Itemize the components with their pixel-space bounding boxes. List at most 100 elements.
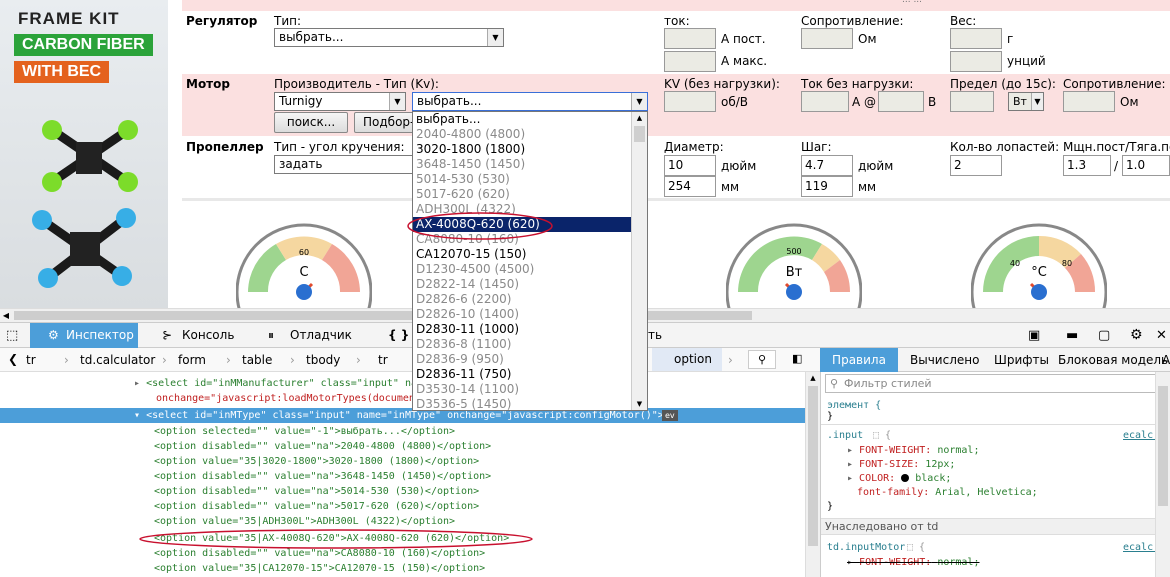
- split-console-icon[interactable]: ▣: [1028, 323, 1040, 348]
- html-tree-scrollbar[interactable]: ▲: [805, 372, 820, 577]
- tab-computed[interactable]: Вычислено: [910, 353, 979, 367]
- tab-partial[interactable]: ть: [648, 323, 668, 348]
- breadcrumb-item[interactable]: td.calculator: [80, 353, 155, 367]
- scroll-up-icon[interactable]: ▲: [806, 372, 820, 384]
- rule-selector-motor[interactable]: td.inputMotor: [827, 540, 905, 555]
- dropdown-scrollbar[interactable]: ▲ ▼: [631, 112, 647, 410]
- breadcrumb-item[interactable]: form: [178, 353, 206, 367]
- search-button[interactable]: поиск...: [274, 112, 348, 133]
- breadcrumb-item[interactable]: tbody: [306, 353, 340, 367]
- current-cont-input[interactable]: [664, 28, 716, 49]
- motor-resistance-input[interactable]: [1063, 91, 1115, 112]
- dropdown-option: 2040-4800 (4800): [416, 127, 526, 141]
- selected-node-row[interactable]: ▾ <select id="inMType" class="input" nam…: [0, 408, 805, 423]
- limit-unit-select[interactable]: Вт ▼: [1008, 92, 1044, 111]
- code-line[interactable]: <option disabled="" value="na">5017-620 …: [154, 499, 479, 514]
- code-line[interactable]: onchange="javascript:loadMotorTypes(docu…: [156, 391, 433, 406]
- scroll-down-icon[interactable]: ▼: [632, 398, 647, 410]
- gear-icon[interactable]: ⚙: [1130, 323, 1143, 348]
- tab-console[interactable]: ⊱ Консоль: [162, 323, 257, 348]
- rule-selector-input[interactable]: .input: [827, 428, 863, 443]
- tab-box-model[interactable]: Блоковая модель: [1058, 353, 1168, 367]
- diameter-mm-input[interactable]: 254: [664, 176, 716, 197]
- power-thrust-label: Мщн.пост/Тяга.пост: [1063, 140, 1170, 154]
- collapse-arrow-icon[interactable]: ▾: [134, 410, 140, 421]
- power-const-input[interactable]: 1.3: [1063, 155, 1111, 176]
- dropdown-option: D2836-8 (1100): [416, 337, 512, 351]
- filter-styles-input[interactable]: ⚲ Фильтр стилей: [825, 374, 1159, 393]
- event-badge[interactable]: ev: [662, 410, 678, 421]
- code-line[interactable]: <option disabled="" value="na">2040-4800…: [154, 439, 491, 454]
- diameter-in-input[interactable]: 10: [664, 155, 716, 176]
- dropdown-scrollbar-thumb[interactable]: [634, 126, 645, 142]
- css-property[interactable]: ▸ COLOR: black;: [847, 471, 951, 486]
- weight-label: Вес:: [950, 14, 977, 28]
- css-property[interactable]: ▸ FONT-WEIGHT: normal;: [847, 443, 979, 458]
- manufacturer-select[interactable]: Turnigy ▼: [274, 92, 406, 111]
- search-icon[interactable]: ⚲: [748, 350, 776, 369]
- weight-oz-input[interactable]: [950, 51, 1002, 72]
- code-line[interactable]: <option disabled="" value="na">3648-1450…: [154, 469, 491, 484]
- current-max-input[interactable]: [664, 51, 716, 72]
- prop-type-select[interactable]: задать: [274, 155, 414, 174]
- regulator-resistance-label: Сопротивление:: [801, 14, 904, 28]
- scroll-up-icon[interactable]: ▲: [632, 112, 647, 124]
- code-line[interactable]: <option value="35|ADH300L">ADH300L (4322…: [154, 514, 455, 529]
- chevron-left-icon[interactable]: ❮: [8, 352, 18, 366]
- scrollbar-thumb[interactable]: [1158, 386, 1168, 506]
- expand-arrow-icon[interactable]: ▸: [134, 378, 140, 389]
- motor-type-select[interactable]: выбрать... ▼: [412, 92, 648, 111]
- css-property[interactable]: ▸ FONT-SIZE: 12px;: [847, 457, 955, 472]
- noload-current-input[interactable]: [801, 91, 849, 112]
- code-line[interactable]: <option disabled="" value="na">5014-530 …: [154, 484, 479, 499]
- kv-input[interactable]: [664, 91, 716, 112]
- tab-fonts[interactable]: Шрифты: [994, 353, 1049, 367]
- pitch-mm-input[interactable]: 119: [801, 176, 853, 197]
- code-line[interactable]: ▸ <select id="inMManufacturer" class="in…: [134, 376, 417, 391]
- breadcrumb-item[interactable]: tr: [26, 353, 36, 367]
- code-line[interactable]: <option value="35|3020-1800">3020-1800 (…: [154, 454, 479, 469]
- scroll-left-icon[interactable]: ◀: [0, 309, 12, 322]
- chevron-right-icon: ›: [226, 353, 231, 367]
- breadcrumb-item[interactable]: tr: [378, 353, 388, 367]
- weight-g-input[interactable]: [950, 28, 1002, 49]
- rules-panel: ⚲ Фильтр стилей элемент { } .input ⬚ { e…: [820, 372, 1170, 577]
- tab-rules[interactable]: Правила: [820, 348, 898, 372]
- dropdown-option[interactable]: D2830-11 (1000): [413, 322, 631, 337]
- breadcrumb-item-active[interactable]: option: [652, 348, 722, 371]
- blades-input[interactable]: 2: [950, 155, 1002, 176]
- noload-voltage-input[interactable]: [878, 91, 924, 112]
- breadcrumb: ❮ tr › td.calculator › form › table › tb…: [0, 348, 820, 372]
- css-property[interactable]: font-family: Arial, Helvetica;: [857, 485, 1038, 500]
- chevron-right-icon[interactable]: ›: [728, 353, 733, 367]
- dropdown-option[interactable]: 3020-1800 (1800): [413, 142, 631, 157]
- regulator-resistance-input[interactable]: [801, 28, 853, 49]
- regulator-type-select[interactable]: выбрать... ▼: [274, 28, 504, 47]
- code-line[interactable]: <option selected="" value="-1">выбрать..…: [154, 424, 455, 439]
- window-icon[interactable]: ▢: [1098, 323, 1110, 348]
- css-property-overridden[interactable]: ▸ FONT-WEIGHT: normal;: [847, 555, 979, 570]
- tab-more[interactable]: А: [1162, 353, 1170, 367]
- rules-scrollbar[interactable]: [1155, 372, 1170, 577]
- close-icon[interactable]: ✕: [1156, 323, 1167, 348]
- motor-type-dropdown-list[interactable]: выбрать... 2040-4800 (4800) 3020-1800 (180…: [412, 111, 648, 411]
- dropdown-option[interactable]: выбрать...: [413, 112, 631, 127]
- ad-banner[interactable]: FRAME KIT CARBON FIBER WITH BEC: [0, 0, 168, 308]
- pick-element-icon[interactable]: ⬚: [6, 323, 18, 348]
- tab-inspector[interactable]: ⚙ Инспектор: [30, 323, 138, 348]
- code-line[interactable]: <option value="35|CA12070-15">CA12070-15…: [154, 561, 485, 576]
- color-swatch-icon[interactable]: [901, 474, 910, 482]
- dropdown-option[interactable]: D2836-11 (750): [413, 367, 631, 382]
- gauge-tick-label: 500: [786, 247, 801, 256]
- scrollbar-thumb[interactable]: [808, 386, 818, 546]
- dropdown-option[interactable]: CA12070-15 (150): [413, 247, 631, 262]
- dock-icon[interactable]: ▬: [1066, 323, 1078, 348]
- pitch-in-input[interactable]: 4.7: [801, 155, 853, 176]
- limit-input[interactable]: [950, 91, 994, 112]
- chevron-right-icon: ›: [64, 353, 69, 367]
- thrust-const-input[interactable]: 1.0: [1122, 155, 1170, 176]
- gauge-temperature-motor: 40 80 °C: [971, 223, 1107, 310]
- breadcrumb-item[interactable]: table: [242, 353, 272, 367]
- toggle-sidebar-icon[interactable]: ◧: [792, 352, 802, 365]
- tab-debugger[interactable]: ⏸ Отладчик: [268, 323, 368, 348]
